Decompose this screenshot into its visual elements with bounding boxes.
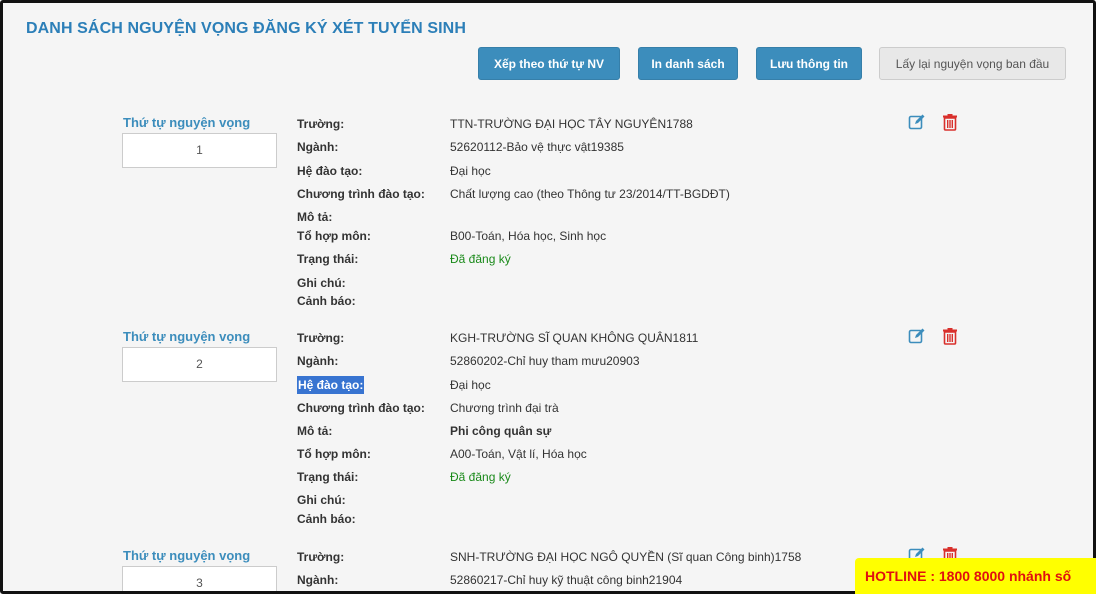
level-label: Hệ đào tạo: bbox=[297, 376, 365, 394]
major-label: Ngành: bbox=[297, 573, 339, 587]
major-label: Ngành: bbox=[297, 140, 339, 154]
order-label: Thứ tự nguyện vọng bbox=[123, 115, 251, 130]
school-value: KGH-TRƯỜNG SĨ QUAN KHÔNG QUÂN1811 bbox=[450, 331, 699, 345]
description-value: Phi công quân sự bbox=[450, 424, 552, 438]
school-label: Trường: bbox=[297, 550, 345, 564]
program-value: Chương trình đại trà bbox=[450, 401, 559, 415]
edit-icon[interactable] bbox=[908, 327, 926, 345]
school-value: TTN-TRƯỜNG ĐẠI HỌC TÂY NGUYÊN1788 bbox=[450, 117, 693, 131]
level-value: Đại học bbox=[450, 164, 491, 178]
order-input[interactable]: 2 bbox=[122, 347, 277, 382]
program-value: Chất lượng cao (theo Thông tư 23/2014/TT… bbox=[450, 187, 730, 201]
order-input[interactable]: 1 bbox=[122, 133, 277, 168]
school-label: Trường: bbox=[297, 331, 345, 345]
status-value: Đã đăng ký bbox=[450, 252, 511, 266]
subjects-value: B00-Toán, Hóa học, Sinh học bbox=[450, 229, 607, 243]
level-value: Đại học bbox=[450, 378, 491, 392]
order-label: Thứ tự nguyện vọng bbox=[123, 548, 251, 563]
warning-label: Cảnh báo: bbox=[297, 294, 356, 308]
level-label: Hệ đào tạo: bbox=[297, 164, 363, 178]
sort-by-order-button[interactable]: Xếp theo thứ tự NV bbox=[478, 47, 620, 80]
order-label: Thứ tự nguyện vọng bbox=[123, 329, 251, 344]
major-label: Ngành: bbox=[297, 354, 339, 368]
major-value: 52860217-Chỉ huy kỹ thuật công binh21904 bbox=[450, 573, 683, 587]
main-panel: DANH SÁCH NGUYỆN VỌNG ĐĂNG KÝ XÉT TUYỂN … bbox=[0, 0, 1096, 594]
trash-icon[interactable] bbox=[941, 327, 959, 345]
warning-label: Cảnh báo: bbox=[297, 512, 356, 526]
order-input[interactable]: 3 bbox=[122, 566, 277, 591]
save-info-button[interactable]: Lưu thông tin bbox=[756, 47, 862, 80]
note-label: Ghi chú: bbox=[297, 493, 346, 507]
major-value: 52860202-Chỉ huy tham mưu20903 bbox=[450, 354, 640, 368]
trash-icon[interactable] bbox=[941, 113, 959, 131]
status-label: Trạng thái: bbox=[297, 252, 359, 266]
program-label: Chương trình đào tạo: bbox=[297, 187, 425, 201]
subjects-value: A00-Toán, Vật lí, Hóa học bbox=[450, 447, 587, 461]
status-value: Đã đăng ký bbox=[450, 470, 511, 484]
program-label: Chương trình đào tạo: bbox=[297, 401, 425, 415]
page-title: DANH SÁCH NGUYỆN VỌNG ĐĂNG KÝ XÉT TUYỂN … bbox=[26, 20, 466, 37]
school-value: SNH-TRƯỜNG ĐẠI HỌC NGÔ QUYỀN (Sĩ quan Cô… bbox=[450, 550, 802, 564]
print-list-button[interactable]: In danh sách bbox=[638, 47, 738, 80]
edit-icon[interactable] bbox=[908, 113, 926, 131]
description-label: Mô tả: bbox=[297, 424, 333, 438]
reset-original-button[interactable]: Lấy lại nguyện vọng ban đầu bbox=[879, 47, 1066, 80]
subjects-label: Tổ hợp môn: bbox=[297, 447, 371, 461]
description-label: Mô tả: bbox=[297, 210, 333, 224]
major-value: 52620112-Bảo vệ thực vật19385 bbox=[450, 140, 624, 154]
note-label: Ghi chú: bbox=[297, 276, 346, 290]
subjects-label: Tổ hợp môn: bbox=[297, 229, 371, 243]
status-label: Trạng thái: bbox=[297, 470, 359, 484]
hotline-banner[interactable]: HOTLINE : 1800 8000 nhánh số bbox=[855, 558, 1096, 594]
school-label: Trường: bbox=[297, 117, 345, 131]
